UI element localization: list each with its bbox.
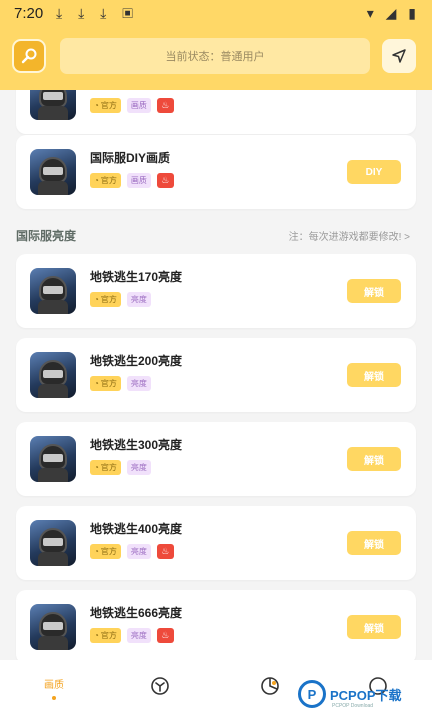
unlock-button[interactable]: 解锁 [347,363,401,387]
category-tag: 亮度 [126,376,151,391]
notification-icons: ⤓ ⤓ ⤓ ▣ [56,5,139,21]
pie-icon [261,677,279,695]
fire-icon: ♨ [156,544,174,559]
list-item[interactable]: ◔官方 画质 ♨ 解锁 [16,90,416,134]
item-title: 地铁逃生666亮度 [90,606,183,620]
game-thumbnail [30,352,76,398]
content-list[interactable]: ◔官方 画质 ♨ 解锁 国际服DIY画质 ◔官方 画质 ♨ DIY 国际服亮度 … [0,90,432,660]
item-tags: ◔ 官方 亮度 [90,376,151,391]
game-thumbnail [30,149,76,195]
item-tags: ◔ 官方 亮度 [90,292,151,307]
official-tag: ◔ 官方 [90,628,121,643]
tab-quality[interactable]: 画质 [24,676,84,716]
official-tag-icon: ◔ [94,101,99,110]
unlock-button[interactable]: 解锁 [347,531,401,555]
active-indicator [52,696,56,700]
category-tag: 亮度 [126,544,151,559]
user-status-text: 当前状态：普通用户 [165,51,265,63]
item-tags: ◔ 官方 画质 ♨ [90,173,174,188]
game-thumbnail [30,268,76,314]
diy-button[interactable]: DIY [347,160,401,184]
category-tag: 亮度 [126,292,151,307]
app-header: 7:20 ⤓ ⤓ ⤓ ▣ ▾ ◢ ▮ 当前状态：普通用户 [0,0,432,90]
game-thumbnail [30,604,76,650]
category-tag: 画质 [126,98,151,113]
status-time: 7:20 [14,5,44,22]
official-tag-icon: ◔ [94,547,99,556]
list-item[interactable]: 地铁逃生666亮度 ◔ 官方 亮度 ♨ 解锁 [16,590,416,660]
tab-stats[interactable] [240,676,300,716]
system-icons: ▾ ◢ ▮ [366,5,420,21]
watermark-subtext: PCPOP Download [332,703,374,709]
send-icon [392,49,406,63]
item-tags: ◔ 官方 画质 ♨ [90,98,174,113]
official-tag-icon: ◔ [94,631,99,640]
official-tag: ◔ 官方 [90,376,121,391]
watermark-text: PCPOP下载 [330,688,402,703]
official-tag: ◔ 官方 [90,173,121,188]
official-tag: ◔ 官方 [90,292,121,307]
fire-icon: ♨ [156,173,174,188]
wrench-icon [21,48,37,64]
list-item[interactable]: 地铁逃生400亮度 ◔ 官方 亮度 ♨ 解锁 [16,506,416,580]
list-item[interactable]: 地铁逃生200亮度 ◔ 官方 亮度 解锁 [16,338,416,412]
list-item[interactable]: 地铁逃生300亮度 ◔ 官方 亮度 解锁 [16,422,416,496]
item-title: 地铁逃生200亮度 [90,354,183,368]
unlock-button[interactable]: 解锁 [347,447,401,471]
official-tag-icon: ◔ [94,295,99,304]
category-tag: 亮度 [126,460,151,475]
item-title: 地铁逃生170亮度 [90,270,183,284]
item-title: 地铁逃生400亮度 [90,522,183,536]
watermark-logo: P PCPOP下载 PCPOP Download [298,676,432,716]
game-thumbnail [30,436,76,482]
tab-quality-label: 画质 [44,680,64,691]
official-tag-icon: ◔ [94,379,99,388]
status-bar: 7:20 ⤓ ⤓ ⤓ ▣ ▾ ◢ ▮ [0,0,432,28]
category-tag: 亮度 [126,628,151,643]
app-logo-button[interactable] [12,39,46,73]
game-thumbnail [30,90,76,120]
cube-icon [151,677,169,695]
watermark-icon: P [298,680,326,708]
fire-icon: ♨ [156,628,174,643]
list-item[interactable]: 国际服DIY画质 ◔ 官方 画质 ♨ DIY [16,135,416,209]
official-tag-icon: ◔ [94,176,99,185]
official-tag: ◔ 官方 [90,460,121,475]
item-tags: ◔ 官方 亮度 [90,460,151,475]
item-title: 国际服DIY画质 [90,151,171,165]
section-title: 国际服亮度 [16,229,77,243]
item-tags: ◔ 官方 亮度 ♨ [90,628,174,643]
list-item[interactable]: 地铁逃生170亮度 ◔ 官方 亮度 解锁 [16,254,416,328]
official-tag-icon: ◔ [94,463,99,472]
section-note[interactable]: 注：每次进游戏都要修改! > [289,228,410,243]
item-title: 地铁逃生300亮度 [90,438,183,452]
category-tag: 画质 [126,173,151,188]
unlock-button[interactable]: 解锁 [347,279,401,303]
game-thumbnail [30,520,76,566]
official-tag: ◔ 官方 [90,98,121,113]
item-tags: ◔ 官方 亮度 ♨ [90,544,174,559]
send-button[interactable] [382,39,416,73]
official-tag: ◔ 官方 [90,544,121,559]
user-status-bar: 当前状态：普通用户 [60,38,370,74]
fire-icon: ♨ [156,98,174,113]
unlock-button[interactable]: 解锁 [347,615,401,639]
tab-tools[interactable] [130,676,190,716]
